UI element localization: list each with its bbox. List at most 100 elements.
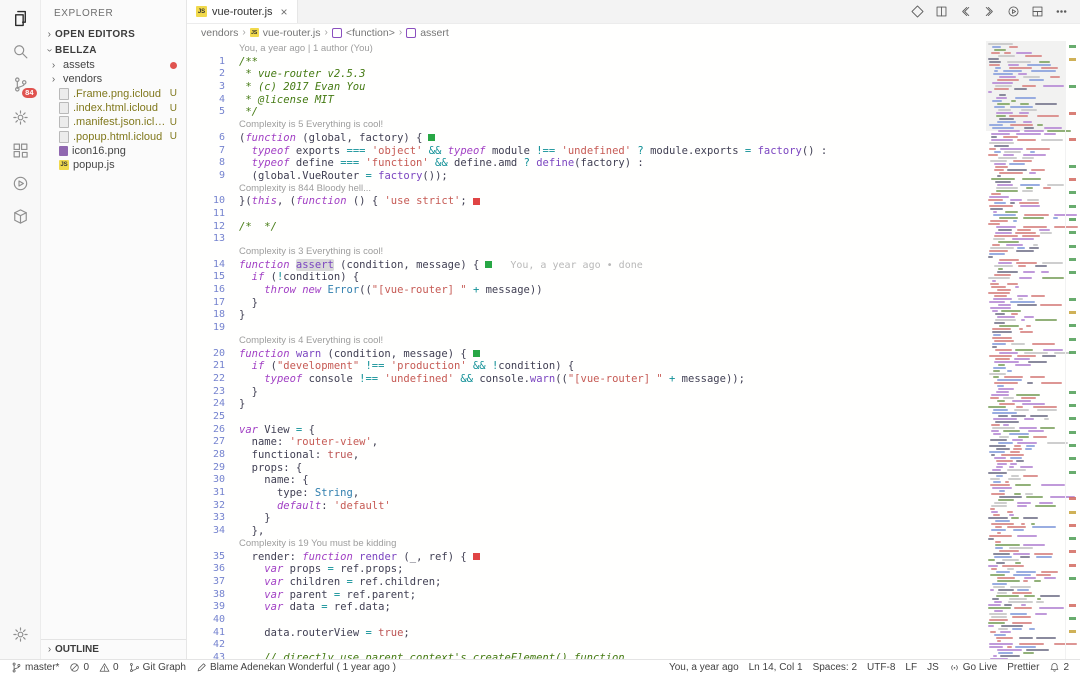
code-line[interactable]: 1/**	[187, 56, 980, 69]
line-number[interactable]: 3	[187, 81, 239, 94]
code-line[interactable]: 14function assert (condition, message) {…	[187, 259, 980, 272]
code-line[interactable]: 23 }	[187, 386, 980, 399]
code-line[interactable]: 20function warn (condition, message) {	[187, 348, 980, 361]
line-number[interactable]: 41	[187, 627, 239, 640]
git-graph-button[interactable]: Git Graph	[124, 660, 191, 675]
codelens[interactable]: Complexity is 844 Bloody hell...	[187, 183, 980, 196]
line-number[interactable]: 24	[187, 398, 239, 411]
breadcrumb-symbol[interactable]: assert	[420, 27, 449, 39]
more-actions-icon[interactable]	[1055, 5, 1068, 18]
warning-count[interactable]: 0	[94, 660, 124, 675]
line-number[interactable]: 38	[187, 589, 239, 602]
code-line[interactable]: 7 typeof exports === 'object' && typeof …	[187, 145, 980, 158]
code-line[interactable]: 6(function (global, factory) {	[187, 132, 980, 145]
activity-manage[interactable]	[0, 101, 40, 134]
code-line[interactable]: 43 // directly use parent context's crea…	[187, 652, 980, 659]
line-number[interactable]: 29	[187, 462, 239, 475]
error-count[interactable]: 0	[64, 660, 94, 675]
code-line[interactable]: 15 if (!condition) {	[187, 271, 980, 284]
breadcrumb-folder[interactable]: vendors	[201, 27, 238, 39]
activity-run[interactable]	[0, 167, 40, 200]
code-line[interactable]: 21 if ("development" !== 'production' &&…	[187, 360, 980, 373]
breadcrumb-symbol-parent[interactable]: <function>	[346, 27, 395, 39]
line-number[interactable]: 11	[187, 208, 239, 221]
code-line[interactable]: 27 name: 'router-view',	[187, 436, 980, 449]
encoding-setting[interactable]: UTF-8	[862, 660, 900, 675]
code-line[interactable]: 17 }	[187, 297, 980, 310]
code-line[interactable]: 25	[187, 411, 980, 424]
line-number[interactable]: 40	[187, 614, 239, 627]
code-line[interactable]: 11	[187, 208, 980, 221]
tree-item-assets[interactable]: ›assets	[41, 58, 186, 72]
indentation-setting[interactable]: Spaces: 2	[808, 660, 862, 675]
tab-vue-router-js[interactable]: JS vue-router.js ×	[187, 0, 298, 23]
line-number[interactable]: 14	[187, 259, 239, 272]
code-line[interactable]: 12/* */	[187, 221, 980, 234]
breadcrumb-file[interactable]: vue-router.js	[263, 27, 321, 39]
codelens[interactable]: Complexity is 5 Everything is cool!	[187, 119, 980, 132]
line-number[interactable]: 28	[187, 449, 239, 462]
outline-section[interactable]: › OUTLINE	[41, 639, 186, 659]
formatter-indicator[interactable]: Prettier	[1002, 660, 1044, 675]
line-number[interactable]: 7	[187, 145, 239, 158]
activity-settings[interactable]	[0, 618, 40, 651]
tree-item-.index.html.icloud[interactable]: .index.html.icloudU	[41, 101, 186, 115]
activity-package[interactable]	[0, 200, 40, 233]
tree-item-.popup.html.icloud[interactable]: .popup.html.icloudU	[41, 129, 186, 143]
line-number[interactable]: 27	[187, 436, 239, 449]
code-line[interactable]: 30 name: {	[187, 474, 980, 487]
code-line[interactable]: 3 * (c) 2017 Evan You	[187, 81, 980, 94]
code-line[interactable]: 19	[187, 322, 980, 335]
line-number[interactable]: 33	[187, 512, 239, 525]
language-mode[interactable]: JS	[922, 660, 944, 675]
line-number[interactable]: 9	[187, 170, 239, 183]
code-line[interactable]: 2 * vue-router v2.5.3	[187, 68, 980, 81]
gitlens-blame[interactable]: Blame Adenekan Wonderful ( 1 year ago )	[191, 660, 401, 675]
code-line[interactable]: 9 (global.VueRouter = factory());	[187, 170, 980, 183]
line-number[interactable]: 37	[187, 576, 239, 589]
compare-changes-icon[interactable]	[911, 5, 924, 18]
line-number[interactable]: 39	[187, 601, 239, 614]
activity-source-control[interactable]: 84	[0, 68, 40, 101]
line-number[interactable]: 36	[187, 563, 239, 576]
line-number[interactable]: 22	[187, 373, 239, 386]
tree-item-.manifest.json.icloud[interactable]: .manifest.json.icloudU	[41, 115, 186, 129]
git-branch-indicator[interactable]: master*	[6, 660, 64, 675]
blame-header[interactable]: You, a year ago | 1 author (You)	[187, 43, 980, 56]
cursor-position[interactable]: Ln 14, Col 1	[744, 660, 808, 675]
line-number[interactable]: 10	[187, 195, 239, 208]
line-number[interactable]: 25	[187, 411, 239, 424]
code-line[interactable]: 35 render: function render (_, ref) {	[187, 551, 980, 564]
line-number[interactable]: 43	[187, 652, 239, 659]
code-line[interactable]: 28 functional: true,	[187, 449, 980, 462]
code-line[interactable]: 33 }	[187, 512, 980, 525]
line-number[interactable]: 30	[187, 474, 239, 487]
code-line[interactable]: 13	[187, 233, 980, 246]
code-line[interactable]: 38 var parent = ref.parent;	[187, 589, 980, 602]
code-line[interactable]: 24}	[187, 398, 980, 411]
codelens[interactable]: Complexity is 3 Everything is cool!	[187, 246, 980, 259]
code-line[interactable]: 36 var props = ref.props;	[187, 563, 980, 576]
line-number[interactable]: 32	[187, 500, 239, 513]
line-number[interactable]: 31	[187, 487, 239, 500]
tree-item-vendors[interactable]: ›vendors	[41, 72, 186, 86]
line-number[interactable]: 21	[187, 360, 239, 373]
navigate-forward-icon[interactable]	[983, 5, 996, 18]
activity-extensions[interactable]	[0, 134, 40, 167]
eol-setting[interactable]: LF	[900, 660, 922, 675]
code-line[interactable]: 32 default: 'default'	[187, 500, 980, 513]
tree-item-.Frame.png.icloud[interactable]: .Frame.png.icloudU	[41, 87, 186, 101]
line-number[interactable]: 8	[187, 157, 239, 170]
code-line[interactable]: 5 */	[187, 106, 980, 119]
code-editor[interactable]: You, a year ago | 1 author (You)1/**2 * …	[187, 43, 980, 659]
workspace-section[interactable]: › BELLZA	[41, 42, 186, 58]
tree-item-icon16.png[interactable]: icon16.png	[41, 144, 186, 158]
line-number[interactable]: 42	[187, 639, 239, 652]
line-number[interactable]: 2	[187, 68, 239, 81]
line-number[interactable]: 15	[187, 271, 239, 284]
line-number[interactable]: 19	[187, 322, 239, 335]
tree-item-popup.js[interactable]: JSpopup.js	[41, 158, 186, 172]
code-line[interactable]: 40	[187, 614, 980, 627]
line-number[interactable]: 26	[187, 424, 239, 437]
code-line[interactable]: 8 typeof define === 'function' && define…	[187, 157, 980, 170]
